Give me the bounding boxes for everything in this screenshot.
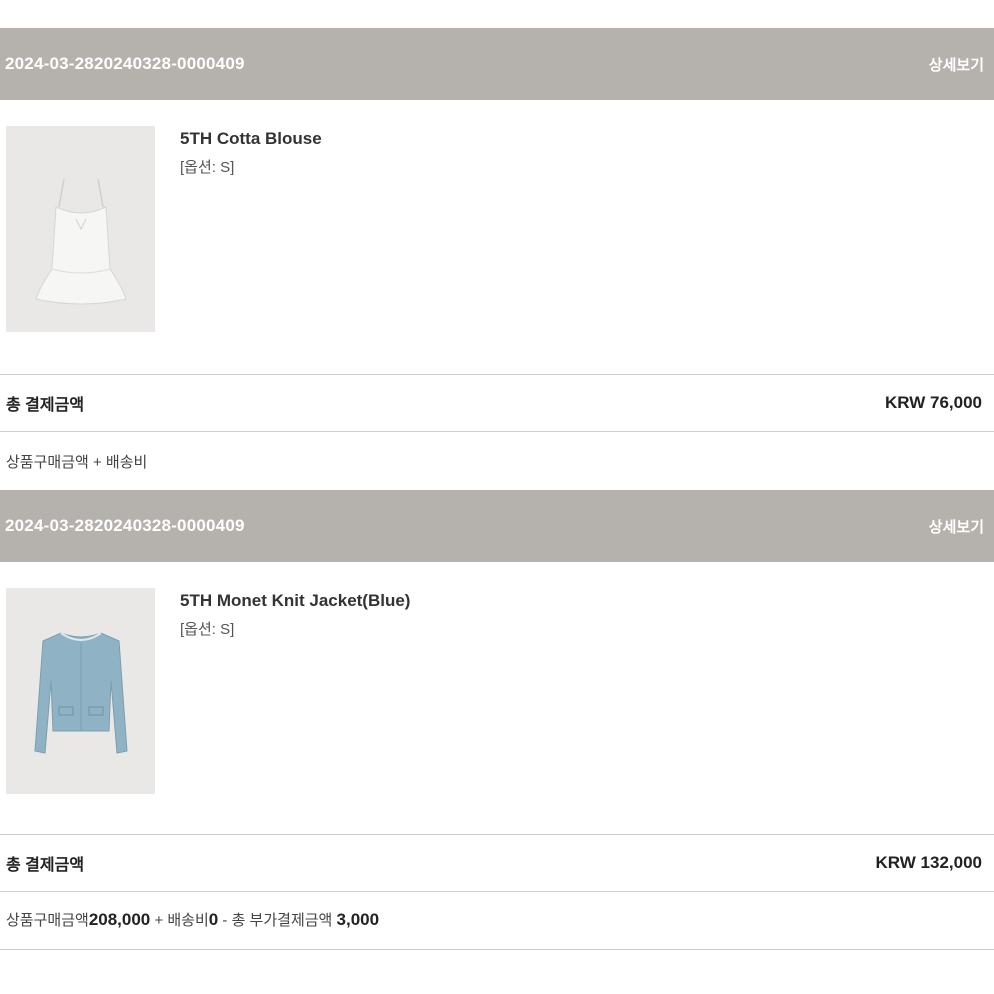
divider [0, 949, 994, 950]
product-name[interactable]: 5TH Cotta Blouse [180, 129, 322, 149]
total-payment-row: 총 결제금액 KRW 132,000 [0, 835, 994, 891]
extra-payment-label: 총 부가결제금액 [231, 912, 333, 929]
order-list: 2024-03-2820240328-0000409 상세보기 5TH Cott… [0, 0, 994, 994]
shipping-value: 0 [208, 910, 219, 929]
total-payment-amount: KRW 132,000 [875, 853, 982, 872]
order-id: 2024-03-2820240328-0000409 [5, 54, 245, 73]
extra-payment-value: 3,000 [336, 910, 380, 929]
items-amount-label: 상품구매금액 [6, 454, 89, 471]
total-payment-row: 총 결제금액 KRW 76,000 [0, 375, 994, 431]
minus-sign: - [222, 912, 228, 929]
payment-breakdown: 상품구매금액208,000 + 배송비0 - 총 부가결제금액 3,000 [6, 909, 379, 930]
items-amount-value: 208,000 [88, 910, 151, 929]
order-header: 2024-03-2820240328-0000409 상세보기 [0, 490, 994, 562]
product-item: 5TH Monet Knit Jacket(Blue) [옵션: S] [0, 588, 994, 794]
divider [0, 891, 994, 892]
total-payment-amount: KRW 76,000 [884, 393, 982, 412]
order-id: 2024-03-2820240328-0000409 [5, 516, 245, 535]
view-detail-link[interactable]: 상세보기 [929, 516, 984, 537]
divider [0, 431, 994, 432]
product-name[interactable]: 5TH Monet Knit Jacket(Blue) [180, 591, 410, 611]
product-option: [옵션: S] [180, 621, 235, 638]
product-option: [옵션: S] [180, 159, 235, 176]
shipping-label: 배송비 [167, 912, 209, 929]
plus-sign: + [154, 912, 164, 929]
plus-sign: + [92, 454, 102, 471]
product-thumbnail[interactable] [6, 588, 155, 794]
total-payment-label: 총 결제금액 [6, 857, 85, 874]
items-amount-label: 상품구매금액 [6, 912, 89, 929]
shipping-label: 배송비 [105, 454, 148, 471]
view-detail-link[interactable]: 상세보기 [929, 54, 984, 75]
white-blouse-image [34, 178, 127, 305]
total-payment-label: 총 결제금액 [6, 397, 85, 414]
blue-knit-jacket-image [33, 632, 128, 754]
product-thumbnail[interactable] [6, 126, 155, 332]
order-header: 2024-03-2820240328-0000409 상세보기 [0, 28, 994, 100]
product-item: 5TH Cotta Blouse [옵션: S] [0, 126, 994, 332]
payment-breakdown: 상품구매금액 + 배송비 [6, 451, 147, 472]
